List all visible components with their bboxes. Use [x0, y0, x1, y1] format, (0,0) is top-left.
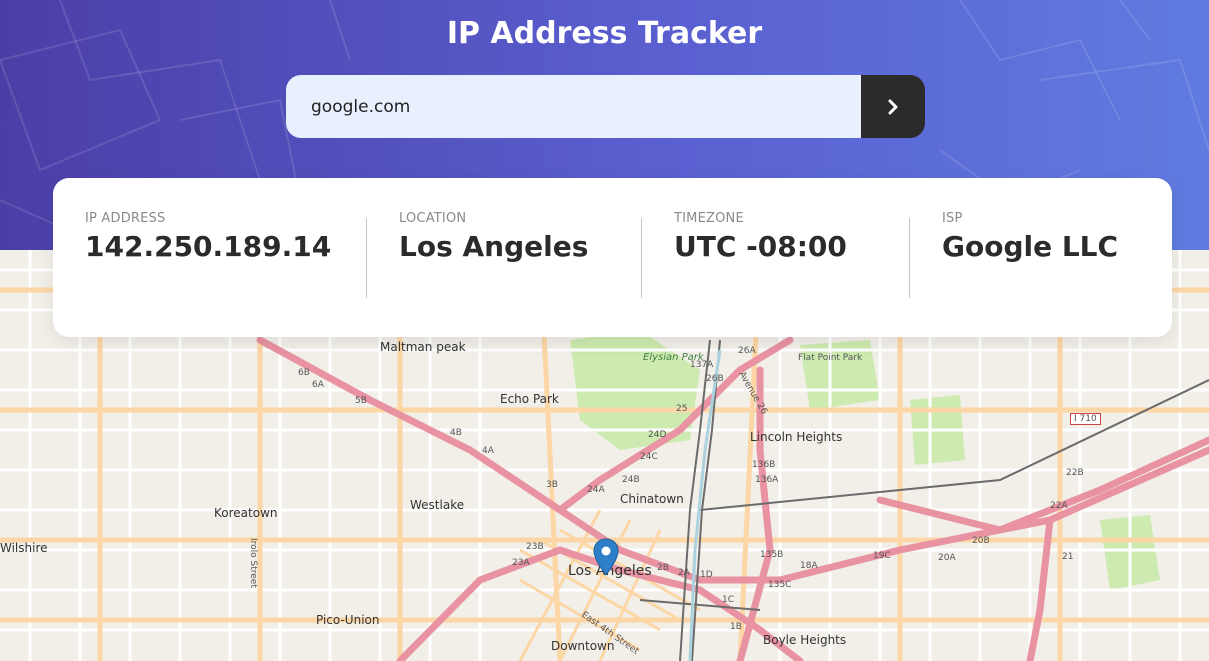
road-shield: 2A: [678, 568, 690, 578]
road-shield: 26A: [738, 346, 756, 356]
divider: [909, 218, 910, 298]
road-shield: 24B: [622, 475, 640, 485]
road-shield: 24A: [587, 485, 605, 495]
road-shield: 20B: [972, 536, 990, 546]
road-shield: 26B: [706, 374, 724, 384]
road-shield: 23A: [512, 558, 530, 568]
search-input[interactable]: [286, 75, 861, 138]
road-shield: 24C: [640, 452, 658, 462]
road-shield: 24D: [648, 430, 667, 440]
road-shield: 5B: [355, 396, 367, 406]
isp-value: Google LLC: [942, 230, 1119, 263]
road-shield: 18A: [800, 561, 818, 571]
map-label: Maltman peak: [380, 340, 466, 354]
street-label: Irolo Street: [248, 538, 258, 588]
chevron-right-icon: [888, 99, 898, 114]
road-shield: 1B: [730, 622, 742, 632]
road-shield: 2B: [657, 563, 669, 573]
location-value: Los Angeles: [399, 230, 589, 263]
road-shield: 22A: [1050, 501, 1068, 511]
ip-info-card: IP ADDRESS 142.250.189.14 LOCATION Los A…: [53, 178, 1172, 337]
ip-address-stat: IP ADDRESS 142.250.189.14: [85, 211, 331, 263]
road-shield: 135C: [768, 580, 792, 590]
map-label: Echo Park: [500, 392, 559, 406]
map-label: Lincoln Heights: [750, 430, 843, 444]
ip-address-value: 142.250.189.14: [85, 230, 332, 263]
timezone-label: TIMEZONE: [674, 211, 744, 226]
divider: [641, 218, 642, 298]
road-shield: 135B: [760, 550, 784, 560]
map-label: Boyle Heights: [763, 633, 847, 647]
location-stat: LOCATION Los Angeles: [399, 211, 588, 263]
map-label: Koreatown: [214, 506, 278, 520]
timezone-stat: TIMEZONE UTC -08:00: [674, 211, 847, 263]
map-label: Westlake: [410, 498, 465, 512]
search-submit-button[interactable]: [861, 75, 925, 138]
road-shield: 136B: [752, 460, 776, 470]
ip-address-label: IP ADDRESS: [85, 211, 166, 226]
search-bar: [286, 75, 925, 138]
page-title: IP Address Tracker: [446, 16, 763, 51]
map-label: Flat Point Park: [798, 353, 863, 363]
road-shield: 4B: [450, 428, 462, 438]
map-label: Chinatown: [620, 492, 684, 506]
road-shield: 136A: [755, 475, 779, 485]
road-shield: 19C: [873, 551, 891, 561]
location-marker-icon[interactable]: [593, 538, 619, 576]
road-shield: 20A: [938, 553, 956, 563]
road-shield: 4A: [482, 446, 494, 456]
road-shield: 3B: [546, 480, 558, 490]
map-label: Wilshire: [0, 541, 48, 555]
road-shield: 6B: [298, 368, 310, 378]
road-shield: 6A: [312, 380, 324, 390]
road-shield: 21: [1062, 552, 1074, 562]
isp-stat: ISP Google LLC: [942, 211, 1118, 263]
map-label: Pico-Union: [316, 613, 380, 627]
road-shield: 22B: [1066, 468, 1084, 478]
location-label: LOCATION: [399, 211, 467, 226]
road-shield: 25: [676, 404, 688, 414]
road-shield: 137A: [690, 360, 714, 370]
road-shield: 23B: [526, 542, 544, 552]
road-shield: 1C: [722, 595, 735, 605]
road-shield: 1D: [700, 570, 713, 580]
timezone-value: UTC -08:00: [674, 230, 847, 263]
isp-label: ISP: [942, 211, 963, 226]
map-label: I 710: [1070, 413, 1101, 425]
divider: [366, 218, 367, 298]
map-label: Downtown: [551, 639, 615, 653]
